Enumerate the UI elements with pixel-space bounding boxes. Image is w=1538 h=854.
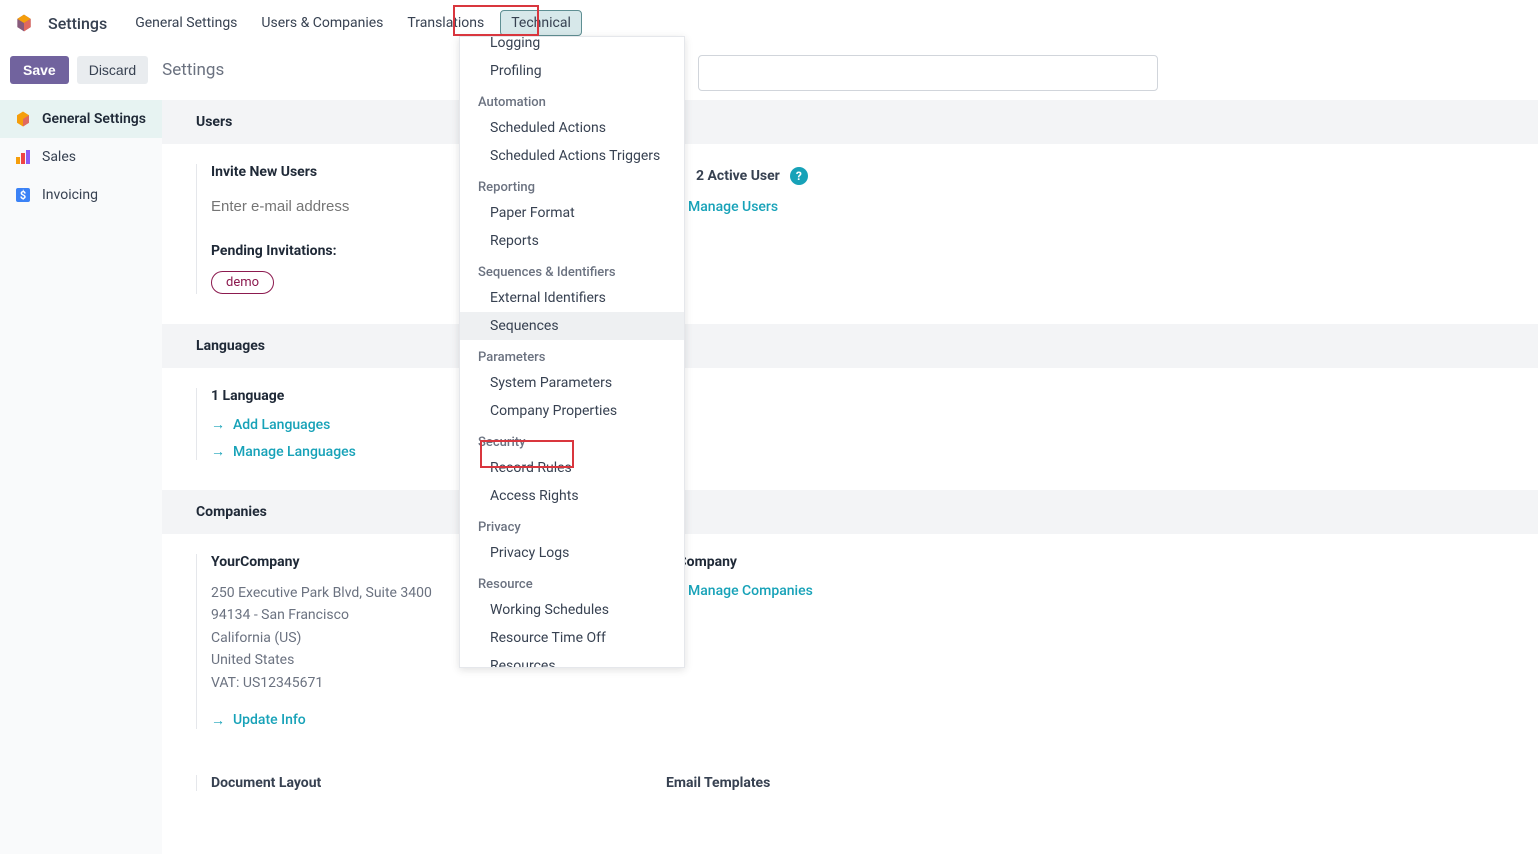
- section-companies-header: Companies: [162, 490, 1538, 534]
- gear-icon: [14, 110, 32, 128]
- nav-general-settings[interactable]: General Settings: [127, 9, 245, 37]
- sidebar-item-label: General Settings: [42, 111, 146, 127]
- arrow-right-icon: →: [211, 443, 225, 460]
- dropdown-item[interactable]: Sequences: [460, 312, 684, 340]
- dropdown-section-title: Security: [460, 425, 684, 454]
- document-layout-label: Document Layout: [196, 775, 646, 791]
- app-logo-icon: [14, 13, 34, 33]
- nav-users-companies[interactable]: Users & Companies: [253, 9, 391, 37]
- bar-chart-icon: [14, 148, 32, 166]
- sidebar-item-sales[interactable]: Sales: [0, 138, 162, 176]
- content: General Settings Sales $ Invoicing Users: [0, 100, 1538, 854]
- sidebar-item-general[interactable]: General Settings: [0, 100, 162, 138]
- company-count: 1 Company: [666, 554, 1504, 570]
- section-document-layout: Document Layout Email Templates: [162, 759, 1538, 807]
- sidebar: General Settings Sales $ Invoicing: [0, 100, 162, 854]
- manage-users-link[interactable]: → Manage Users: [666, 198, 1504, 215]
- discard-button[interactable]: Discard: [77, 56, 148, 84]
- section-languages-header: Languages: [162, 324, 1538, 368]
- dropdown-item[interactable]: External Identifiers: [460, 284, 684, 312]
- dropdown-item[interactable]: Scheduled Actions: [460, 114, 684, 142]
- save-button[interactable]: Save: [10, 56, 69, 84]
- dropdown-item[interactable]: Access Rights: [460, 482, 684, 510]
- help-icon[interactable]: ?: [790, 167, 808, 185]
- dropdown-item[interactable]: Company Properties: [460, 397, 684, 425]
- manage-companies-link[interactable]: → Manage Companies: [666, 582, 1504, 599]
- dropdown-item[interactable]: Paper Format: [460, 199, 684, 227]
- sidebar-item-invoicing[interactable]: $ Invoicing: [0, 176, 162, 214]
- arrow-right-icon: →: [211, 416, 225, 433]
- top-nav: Settings General Settings Users & Compan…: [0, 0, 1538, 46]
- breadcrumb: Settings: [162, 60, 224, 80]
- dropdown-item[interactable]: Privacy Logs: [460, 539, 684, 567]
- dropdown-item[interactable]: Profiling: [460, 57, 684, 85]
- email-templates-label: Email Templates: [646, 775, 1504, 791]
- section-users-header: Users: [162, 100, 1538, 144]
- arrow-right-icon: →: [211, 712, 225, 729]
- pending-invitation-tag[interactable]: demo: [211, 271, 274, 294]
- search-input[interactable]: [698, 55, 1158, 91]
- active-users-count: 2 Active User: [696, 168, 780, 184]
- dropdown-item[interactable]: Resources: [460, 652, 684, 668]
- section-companies-body: YourCompany 250 Executive Park Blvd, Sui…: [162, 534, 1538, 759]
- dropdown-section-title: Parameters: [460, 340, 684, 369]
- dropdown-item[interactable]: Record Rules: [460, 454, 684, 482]
- dropdown-section-title: Resource: [460, 567, 684, 596]
- dropdown-item[interactable]: Resource Time Off: [460, 624, 684, 652]
- update-info-link[interactable]: → Update Info: [211, 712, 646, 729]
- dropdown-item[interactable]: System Parameters: [460, 369, 684, 397]
- section-languages-body: 1 Language → Add Languages → Manage Lang…: [162, 368, 1538, 490]
- company-vat: VAT: US12345671: [211, 672, 646, 694]
- svg-text:$: $: [20, 189, 26, 202]
- dropdown-item[interactable]: Working Schedules: [460, 596, 684, 624]
- dropdown-section-title: Reporting: [460, 170, 684, 199]
- technical-dropdown[interactable]: LoggingProfilingAutomationScheduled Acti…: [459, 36, 685, 668]
- dropdown-item[interactable]: Reports: [460, 227, 684, 255]
- dropdown-item[interactable]: Logging: [460, 36, 684, 57]
- dropdown-item[interactable]: Scheduled Actions Triggers: [460, 142, 684, 170]
- sidebar-item-label: Sales: [42, 149, 76, 165]
- sidebar-item-label: Invoicing: [42, 187, 98, 203]
- dropdown-section-title: Sequences & Identifiers: [460, 255, 684, 284]
- app-title: Settings: [48, 14, 107, 33]
- main-panel: Users Invite New Users Pending Invitatio…: [162, 100, 1538, 854]
- section-users-body: Invite New Users Pending Invitations: de…: [162, 144, 1538, 324]
- dropdown-section-title: Automation: [460, 85, 684, 114]
- nav-technical[interactable]: Technical: [500, 10, 582, 36]
- invoice-icon: $: [14, 186, 32, 204]
- nav-translations[interactable]: Translations: [399, 9, 492, 37]
- dropdown-section-title: Privacy: [460, 510, 684, 539]
